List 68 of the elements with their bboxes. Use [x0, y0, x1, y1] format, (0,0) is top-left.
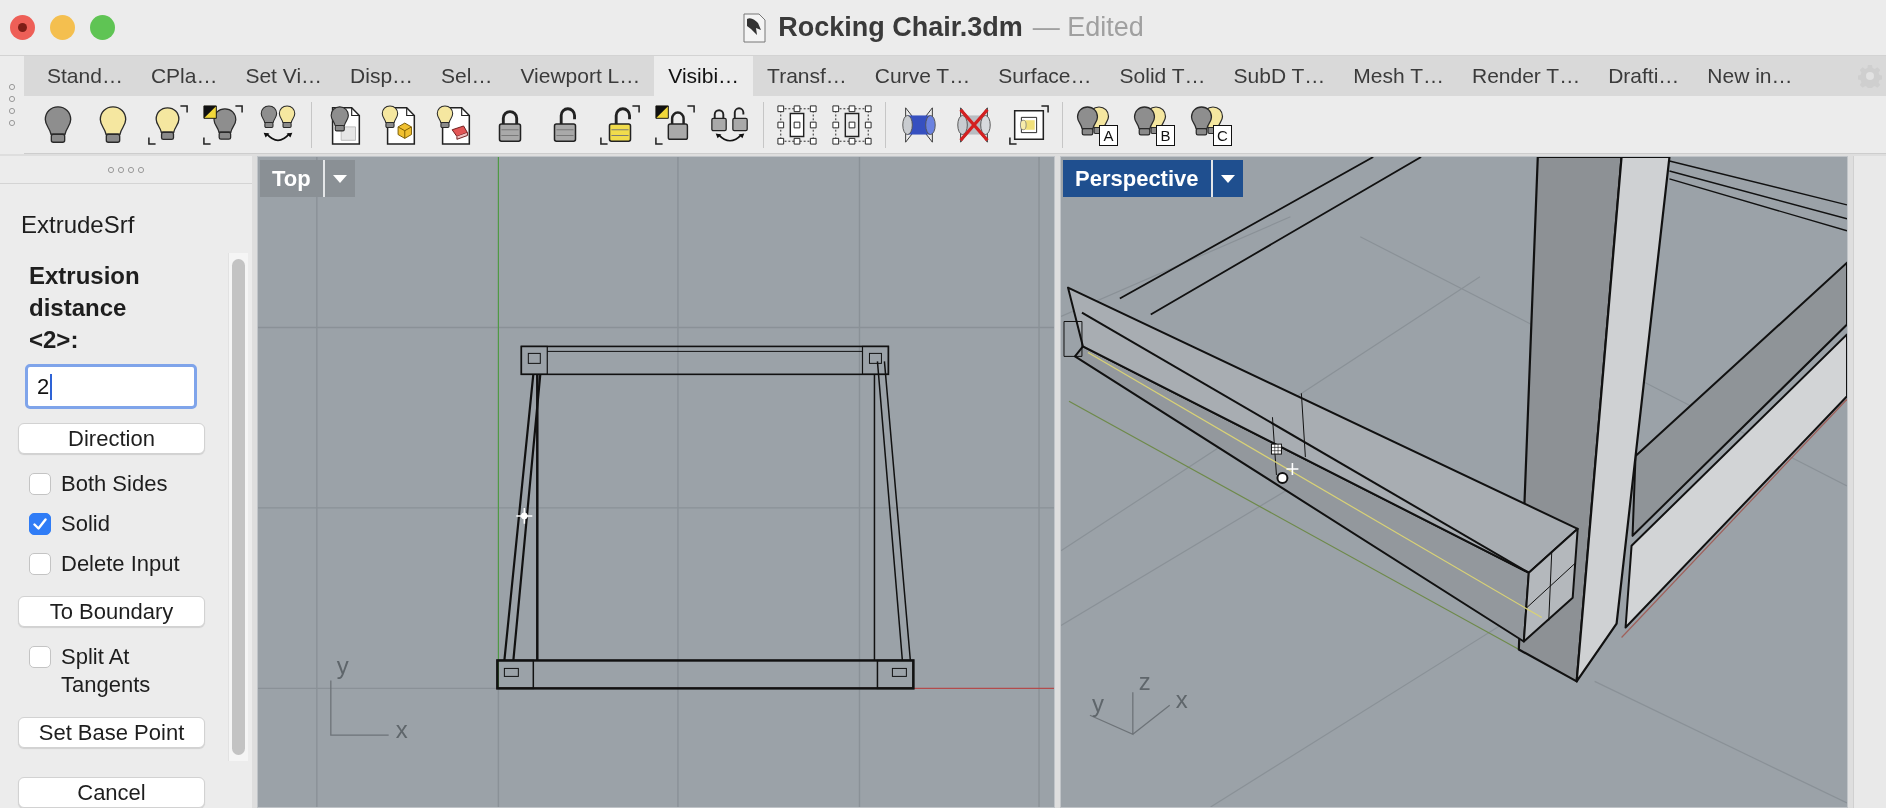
axis-label: x: [395, 715, 408, 743]
toolbar-tab[interactable]: Surface…: [984, 56, 1106, 96]
checkbox-label[interactable]: Both Sides: [61, 469, 168, 498]
text-cursor-icon: [50, 373, 53, 400]
toolbar-tab[interactable]: SubD T…: [1219, 56, 1340, 96]
lettered-lightbulb-button[interactable]: C: [1189, 102, 1233, 147]
checkbox[interactable]: [29, 553, 51, 575]
toolbar-tab[interactable]: CPla…: [136, 56, 232, 96]
toolbar-tab[interactable]: Stand…: [33, 56, 137, 96]
viewport[interactable]: Perspective y z x: [1060, 156, 1848, 808]
bracketed-cylinder-icon[interactable]: [1008, 103, 1050, 146]
crosshair-icon: [1285, 462, 1300, 476]
viewport-title-button[interactable]: Perspective: [1063, 160, 1211, 197]
option-button[interactable]: To Boundary: [18, 596, 205, 627]
command-name: ExtrudeSrf: [20, 210, 136, 240]
distance-input-field[interactable]: 2: [25, 364, 197, 409]
axis-label: y: [1091, 689, 1104, 717]
toolbar-tab[interactable]: Solid T…: [1105, 56, 1220, 96]
toolbar-tab[interactable]: Disp…: [336, 56, 428, 96]
lettered-lightbulb-button[interactable]: A: [1075, 102, 1119, 147]
axes-icon: [1089, 691, 1171, 736]
checkbox-label[interactable]: Solid: [61, 509, 110, 538]
viewport-menu-button[interactable]: [1210, 160, 1243, 197]
checkbox-label[interactable]: Split At Tangents: [61, 642, 201, 699]
toolbar-tab[interactable]: Sel…: [427, 56, 507, 96]
axis-label: y: [336, 651, 349, 679]
caret-icon: [1220, 174, 1235, 183]
document-icon: [742, 12, 767, 43]
checkmark-icon: [33, 518, 47, 530]
option-button[interactable]: Direction: [18, 423, 205, 454]
option-button[interactable]: Set Base Point: [18, 717, 205, 748]
toolbar-tab[interactable]: Drafti…: [1594, 56, 1694, 96]
document-status: — Edited: [1032, 12, 1144, 43]
checkbox[interactable]: [29, 473, 51, 495]
toolbar-tab[interactable]: New in…: [1693, 56, 1807, 96]
axis-label: x: [1175, 685, 1188, 713]
checkbox[interactable]: [29, 513, 51, 535]
grip-handle-icon[interactable]: [106, 165, 146, 174]
snap-marker-icon: [515, 507, 534, 525]
control-points-frame-icon[interactable]: [776, 103, 818, 146]
lightbulb-toggle-icon[interactable]: [202, 103, 244, 146]
bracketed-lightbulb-icon[interactable]: [147, 103, 189, 146]
toolbar-tab[interactable]: Set Vi…: [231, 56, 337, 96]
toolbar-tab[interactable]: Mesh T…: [1339, 56, 1458, 96]
scrollbar-track[interactable]: [228, 253, 248, 762]
toolbar-tab[interactable]: Curve T…: [860, 56, 985, 96]
grip-handle-icon[interactable]: [8, 83, 16, 127]
snap-marker-icon: [1270, 443, 1282, 455]
cancel-button[interactable]: Cancel: [18, 777, 205, 808]
control-points-frame-icon[interactable]: [831, 103, 873, 146]
caret-icon: [332, 174, 347, 183]
axes-icon: [330, 679, 390, 736]
scrollbar-thumb[interactable]: [232, 259, 245, 756]
padlock-toggle-icon[interactable]: [654, 103, 696, 146]
point-marker-icon: [1276, 472, 1289, 484]
command-prompt: Extrusion distance <2>:: [29, 261, 141, 355]
toolbar-tab[interactable]: Transf…: [753, 56, 861, 96]
window-title: Rocking Chair.3dm: [778, 12, 1023, 43]
axis-label: z: [1138, 667, 1151, 695]
toolbar-tab[interactable]: Render T…: [1458, 56, 1595, 96]
bracketed-open-padlock-icon[interactable]: [599, 103, 641, 146]
checkbox[interactable]: [29, 646, 51, 668]
checkbox-label[interactable]: Delete Input: [61, 549, 180, 578]
lettered-lightbulb-button[interactable]: B: [1132, 102, 1176, 147]
close-button[interactable]: [10, 15, 35, 40]
toolbar-tab[interactable]: Viewport L…: [506, 56, 655, 96]
unsaved-dot-icon: [18, 23, 27, 32]
toolbar-tab[interactable]: Visibi…: [654, 56, 754, 96]
